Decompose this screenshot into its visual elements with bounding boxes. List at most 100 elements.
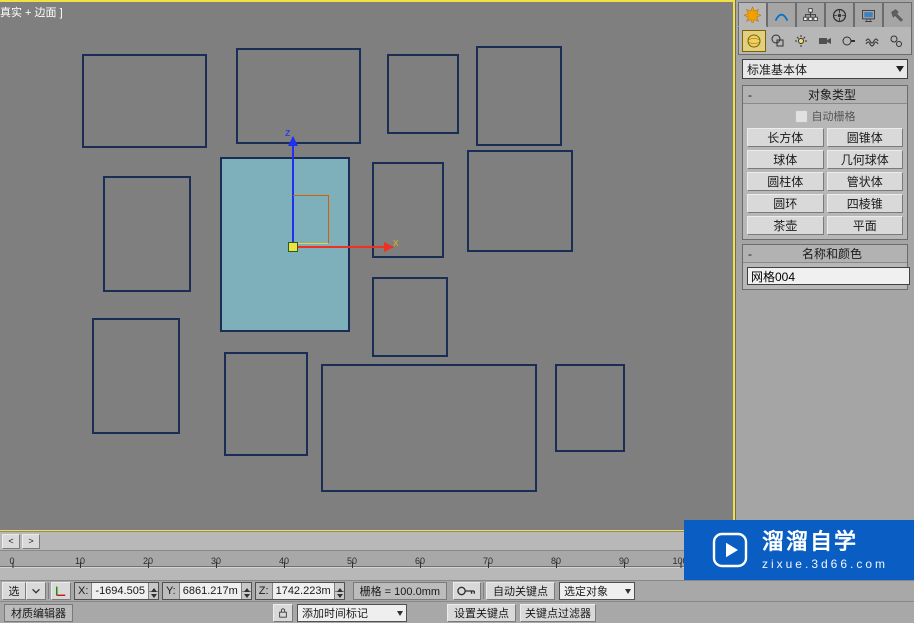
subtab-helpers[interactable] xyxy=(837,30,861,52)
time-tag-label: 添加时间标记 xyxy=(302,605,368,621)
time-slider[interactable]: 0 10 20 30 40 50 60 70 80 90 100 xyxy=(0,550,735,580)
primitive-plane-button[interactable]: 平面 xyxy=(827,216,904,235)
scene-object[interactable] xyxy=(224,352,308,456)
key-filter-dropdown[interactable]: 选定对象 xyxy=(559,582,635,600)
subtab-spacewarps[interactable] xyxy=(861,30,885,52)
primitive-geosphere-button[interactable]: 几何球体 xyxy=(827,150,904,169)
primitive-sphere-button[interactable]: 球体 xyxy=(747,150,824,169)
rollout-name-color: - 名称和颜色 xyxy=(742,244,908,290)
watermark-title: 溜溜自学 xyxy=(762,529,888,555)
x-label: X: xyxy=(75,583,92,599)
hierarchy-icon xyxy=(802,7,819,24)
autogrid-checkbox[interactable] xyxy=(795,110,808,123)
tab-modify[interactable] xyxy=(767,2,796,27)
scene-object[interactable] xyxy=(555,364,625,452)
rollout-title: 对象类型 xyxy=(757,86,907,103)
viewport-front[interactable]: 真实 + 边面 ] z x xyxy=(0,0,735,531)
scene-object-selected[interactable] xyxy=(220,157,350,332)
wave-icon xyxy=(864,33,880,49)
spinner-down-icon[interactable] xyxy=(335,592,344,600)
scroll-right-button[interactable]: > xyxy=(22,534,40,549)
rollout-header-object-type[interactable]: - 对象类型 xyxy=(743,86,907,104)
mat-editor-label: 材质编辑器 xyxy=(11,605,66,621)
tab-utilities[interactable] xyxy=(883,2,912,27)
autogrid-row: 自动栅格 xyxy=(747,108,903,124)
tab-hierarchy[interactable] xyxy=(796,2,825,27)
set-key-button[interactable]: 设置关键点 xyxy=(447,604,516,622)
transform-z-spinner[interactable]: Z: 1742.223m xyxy=(255,582,345,600)
transform-x-spinner[interactable]: X: -1694.505 xyxy=(74,582,159,600)
spinner-up-icon[interactable] xyxy=(149,583,158,592)
tab-motion[interactable] xyxy=(825,2,854,27)
scene-object[interactable] xyxy=(387,54,459,134)
subtab-geometry[interactable] xyxy=(742,30,766,52)
tab-create[interactable] xyxy=(738,2,767,27)
scene-object[interactable] xyxy=(467,150,573,252)
spinner-down-icon[interactable] xyxy=(242,592,251,600)
scene-object[interactable] xyxy=(476,46,562,146)
sphere-icon xyxy=(746,33,762,49)
status-bar: 选 X: -1694.505 Y: 6861.217m Z: 1742.223m… xyxy=(0,580,914,601)
time-tick: 10 xyxy=(75,556,85,566)
tab-display[interactable] xyxy=(854,2,883,27)
scene-object[interactable] xyxy=(372,162,444,258)
transform-y-spinner[interactable]: Y: 6861.217m xyxy=(162,582,252,600)
object-name-input[interactable] xyxy=(747,267,910,285)
time-tick: 70 xyxy=(483,556,493,566)
time-tag-dropdown[interactable]: 添加时间标记 xyxy=(297,604,407,622)
x-value: -1694.505 xyxy=(92,585,148,597)
subtab-systems[interactable] xyxy=(884,30,908,52)
prompt-material-editor: 材质编辑器 xyxy=(4,604,73,622)
rollout-toggle-icon: - xyxy=(743,247,757,261)
scroll-left-button[interactable]: < xyxy=(2,534,20,549)
selection-lock-button[interactable]: 选 xyxy=(2,582,26,600)
absolute-transform-button[interactable] xyxy=(51,582,71,600)
spinner-down-icon[interactable] xyxy=(149,592,158,600)
track-bar[interactable] xyxy=(0,567,735,581)
spinner-up-icon[interactable] xyxy=(242,583,251,592)
scene-object[interactable] xyxy=(103,176,191,292)
scene-object[interactable] xyxy=(92,318,180,434)
time-tick: 50 xyxy=(347,556,357,566)
key-mode-button[interactable] xyxy=(453,582,481,600)
subtab-cameras[interactable] xyxy=(813,30,837,52)
scene-object[interactable] xyxy=(372,277,448,357)
auto-key-label: 自动关键点 xyxy=(493,583,548,599)
sel-set-dropdown-icon[interactable] xyxy=(26,582,46,600)
primitive-cylinder-button[interactable]: 圆柱体 xyxy=(747,172,824,191)
scene-object[interactable] xyxy=(321,364,537,492)
subtab-lights[interactable] xyxy=(789,30,813,52)
scene-object[interactable] xyxy=(236,48,361,144)
primitive-teapot-button[interactable]: 茶壶 xyxy=(747,216,824,235)
time-tag-lock-button[interactable] xyxy=(273,604,293,622)
play-logo-icon xyxy=(710,530,750,570)
key-icon xyxy=(457,585,477,597)
time-tick: 0 xyxy=(9,556,14,566)
key-filters-button[interactable]: 关键点过滤器 xyxy=(520,604,596,622)
spinner-up-icon[interactable] xyxy=(335,583,344,592)
time-tick: 60 xyxy=(415,556,425,566)
rollout-title: 名称和颜色 xyxy=(757,245,907,262)
y-value: 6861.217m xyxy=(180,585,241,597)
primitive-box-button[interactable]: 长方体 xyxy=(747,128,824,147)
watermark-url: zixue.3d66.com xyxy=(762,557,888,571)
auto-key-button[interactable]: 自动关键点 xyxy=(486,582,555,600)
tape-icon xyxy=(841,33,857,49)
axis-icon xyxy=(55,585,67,597)
category-dropdown[interactable]: 标准基本体 xyxy=(742,59,908,79)
primitive-torus-button[interactable]: 圆环 xyxy=(747,194,824,213)
time-ruler[interactable]: 0 10 20 30 40 50 60 70 80 90 100 xyxy=(0,551,735,567)
rollout-header-name-color[interactable]: - 名称和颜色 xyxy=(743,245,907,263)
subtab-shapes[interactable] xyxy=(766,30,790,52)
primitive-tube-button[interactable]: 管状体 xyxy=(827,172,904,191)
primitive-cone-button[interactable]: 圆锥体 xyxy=(827,128,904,147)
primitive-pyramid-button[interactable]: 四棱锥 xyxy=(827,194,904,213)
time-tick: 90 xyxy=(619,556,629,566)
grid-label: 栅格 = 100.0mm xyxy=(360,583,440,599)
z-value: 1742.223m xyxy=(273,585,334,597)
y-label: Y: xyxy=(163,583,180,599)
time-tick: 40 xyxy=(279,556,289,566)
scene-object[interactable] xyxy=(82,54,207,148)
watermark: 溜溜自学 zixue.3d66.com xyxy=(684,520,914,580)
command-panel: 标准基本体 - 对象类型 自动栅格 长方体 圆锥体 球体 几何球体 圆柱体 管状… xyxy=(735,0,914,531)
